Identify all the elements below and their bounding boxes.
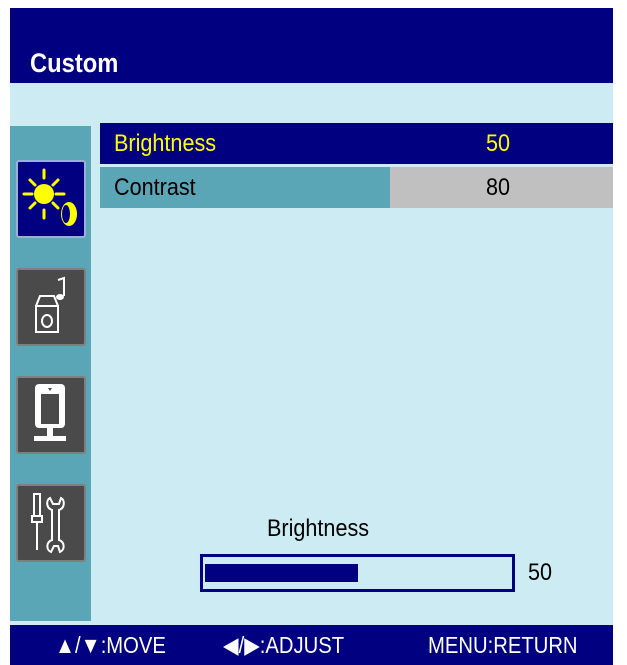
- tab-display[interactable]: [16, 376, 86, 454]
- move-hint: ▲/▼:MOVE: [55, 632, 166, 658]
- audio-device-icon: [35, 276, 65, 333]
- menu-title: Custom: [30, 48, 119, 78]
- brightness-contrast-icon: [22, 168, 77, 226]
- setting-value: 80: [486, 174, 511, 201]
- setting-value-cell: 50: [390, 123, 613, 164]
- category-sidebar: [10, 126, 91, 621]
- menu-header: Custom: [10, 8, 613, 83]
- monitor-adjust-icon: [34, 384, 66, 441]
- adjust-hint: ◀/▶:ADJUST: [223, 632, 345, 658]
- footer-hints: ▲/▼:MOVE ◀/▶:ADJUST MENU:RETURN: [10, 625, 613, 665]
- screwdriver-wrench-icon: [31, 493, 65, 554]
- osd-menu: Custom Brightness 50 Contrast 80 Brightn…: [10, 8, 613, 665]
- setting-row-contrast[interactable]: Contrast 80: [100, 167, 613, 208]
- setting-label-cell: Contrast: [100, 167, 390, 208]
- tab-audio[interactable]: [16, 268, 86, 346]
- slider-value: 50: [528, 559, 553, 586]
- return-hint: MENU:RETURN: [428, 632, 578, 658]
- slider-fill: [205, 564, 358, 582]
- setting-row-brightness[interactable]: Brightness 50: [100, 123, 613, 164]
- setting-label: Brightness: [114, 130, 217, 157]
- setting-label: Contrast: [114, 174, 196, 201]
- setting-value: 50: [486, 130, 511, 157]
- setting-label-cell: Brightness: [100, 123, 390, 164]
- setting-value-cell: 80: [390, 167, 613, 208]
- brightness-slider[interactable]: [200, 554, 515, 592]
- tab-tools[interactable]: [16, 484, 86, 562]
- tab-picture[interactable]: [16, 160, 86, 238]
- slider-label: Brightness: [267, 515, 370, 542]
